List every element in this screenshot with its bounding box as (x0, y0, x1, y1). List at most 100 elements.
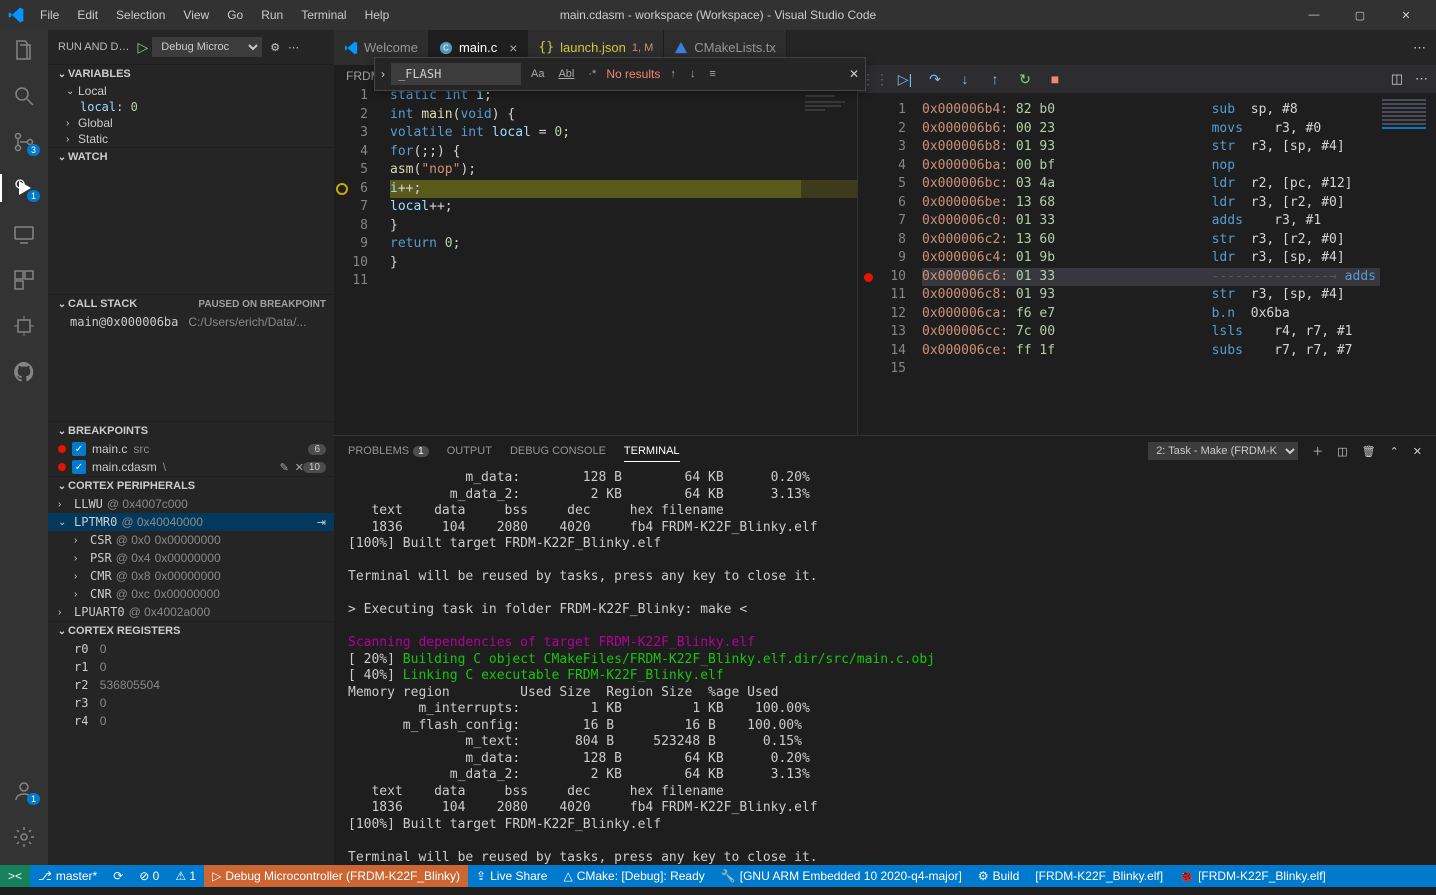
window-minimize[interactable]: — (1300, 9, 1328, 22)
status-live-share[interactable]: ⇪Live Share (468, 869, 555, 883)
terminal-kill-icon[interactable]: 🗑 (1362, 445, 1376, 458)
terminal-split-icon[interactable]: ◫ (1337, 445, 1347, 458)
status-errors[interactable]: ⊘ 0 (131, 869, 167, 883)
status-sync[interactable]: ⟳ (105, 869, 131, 883)
remove-icon[interactable]: ✕ (295, 461, 304, 474)
debug-grip-icon[interactable]: ⋮⋮ (866, 70, 884, 88)
activity-settings-icon[interactable] (12, 825, 36, 849)
debug-step-into-icon[interactable]: ↓ (956, 70, 974, 88)
debug-continue-icon[interactable]: ▷| (896, 70, 914, 88)
debug-restart-icon[interactable]: ↻ (1016, 70, 1034, 88)
sidebar-more-icon[interactable]: ⋯ (288, 41, 299, 54)
register-row[interactable]: r1 0 (48, 658, 334, 676)
cortex-registers-header[interactable]: ⌄CORTEX REGISTERS (48, 622, 334, 640)
status-kit[interactable]: 🔧[GNU ARM Embedded 10 2020-q4-major] (713, 869, 970, 883)
register-row[interactable]: r4 0 (48, 712, 334, 730)
menu-run[interactable]: Run (253, 4, 291, 26)
panel-tab-debug-console[interactable]: DEBUG CONSOLE (510, 441, 606, 461)
menu-view[interactable]: View (175, 4, 217, 26)
register-row[interactable]: r2 536805504 (48, 676, 334, 694)
find-next-icon[interactable]: ↓ (686, 66, 700, 82)
debug-config-select[interactable]: Debug Microc (152, 37, 262, 57)
breakpoint-checkbox[interactable]: ✓ (72, 460, 86, 474)
panel-tab-terminal[interactable]: TERMINAL (624, 441, 680, 462)
menu-file[interactable]: File (32, 4, 67, 26)
find-prev-icon[interactable]: ↑ (666, 66, 680, 82)
terminal-new-icon[interactable]: ＋ (1312, 443, 1323, 459)
panel-maximize-icon[interactable]: ⌃ (1390, 445, 1399, 458)
variables-static-scope[interactable]: ›Static (48, 131, 334, 147)
debug-step-over-icon[interactable]: ↷ (926, 70, 944, 88)
status-branch[interactable]: ⎇master* (30, 869, 105, 883)
status-target1[interactable]: [FRDM-K22F_Blinky.elf] (1027, 869, 1171, 883)
debug-step-out-icon[interactable]: ↑ (986, 70, 1004, 88)
register-row[interactable]: r3 0 (48, 694, 334, 712)
status-debug-config[interactable]: ▷Debug Microcontroller (FRDM-K22F_Blinky… (204, 865, 468, 887)
find-regex-icon[interactable]: ·* (584, 66, 600, 82)
edit-icon[interactable]: ✎ (280, 461, 289, 474)
breakpoint-row[interactable]: ✓ main.cdasm \ ✎✕ 10 (48, 458, 334, 476)
panel-tab-problems[interactable]: PROBLEMS1 (348, 441, 429, 461)
config-gear-icon[interactable]: ⚙ (270, 41, 280, 54)
disassembly-view[interactable]: 123456789101112131415 0x000006b4: 82 b0 … (858, 93, 1436, 435)
register-row[interactable]: r0 0 (48, 640, 334, 658)
activity-debug-icon[interactable]: 1 (12, 176, 36, 200)
activity-extensions-icon[interactable] (12, 268, 36, 292)
debug-stop-icon[interactable]: ■ (1046, 70, 1064, 88)
breakpoint-checkbox[interactable]: ✓ (72, 442, 86, 456)
activity-accounts-icon[interactable]: 1 (12, 779, 36, 803)
tab-close-icon[interactable]: × (509, 40, 517, 56)
menu-selection[interactable]: Selection (108, 4, 173, 26)
breakpoints-header[interactable]: ⌄BREAKPOINTS (48, 422, 334, 440)
peripheral-row[interactable]: ›LLWU @ 0x4007c000 (48, 495, 334, 513)
code-editor[interactable]: 1234567891011 static int i;int main(void… (334, 87, 857, 435)
peripheral-row[interactable]: ›CSR @ 0x0 0x00000000 (48, 531, 334, 549)
find-close-icon[interactable]: ✕ (849, 67, 859, 81)
find-case-icon[interactable]: Aa (527, 66, 548, 82)
terminal-body[interactable]: m_data: 128 B 64 KB 0.20% m_data_2: 2 KB… (334, 466, 1436, 865)
menu-edit[interactable]: Edit (69, 4, 106, 26)
find-word-icon[interactable]: Abl (554, 66, 578, 82)
window-close[interactable]: ✕ (1392, 9, 1420, 22)
editor-more-icon[interactable]: ⋯ (1415, 71, 1428, 87)
pin-icon[interactable]: ⇥ (317, 516, 326, 529)
split-editor-icon[interactable]: ◫ (1391, 71, 1403, 87)
menu-terminal[interactable]: Terminal (293, 4, 354, 26)
peripheral-row[interactable]: ›LPUART0 @ 0x4002a000 (48, 603, 334, 621)
activity-chip-icon[interactable] (12, 314, 36, 338)
tab-overflow-icon[interactable]: ⋯ (1403, 30, 1436, 65)
menu-help[interactable]: Help (357, 4, 398, 26)
find-toggle-icon[interactable]: › (381, 67, 385, 81)
peripheral-row[interactable]: ›CNR @ 0xc 0x00000000 (48, 585, 334, 603)
status-remote[interactable]: >< (0, 865, 30, 887)
minimap[interactable] (801, 87, 857, 435)
status-warnings[interactable]: ⚠ 1 (167, 869, 204, 883)
menu-go[interactable]: Go (219, 4, 251, 26)
peripheral-row[interactable]: ›CMR @ 0x8 0x00000000 (48, 567, 334, 585)
window-maximize[interactable]: ▢ (1346, 9, 1374, 22)
variables-local-scope[interactable]: ⌄Local (48, 83, 334, 99)
variables-global-scope[interactable]: ›Global (48, 115, 334, 131)
watch-header[interactable]: ⌄WATCH (48, 148, 334, 166)
activity-github-icon[interactable] (12, 360, 36, 384)
activity-scm-icon[interactable]: 3 (12, 130, 36, 154)
terminal-select[interactable]: 2: Task - Make (FRDM-K (1148, 442, 1298, 460)
panel-close-icon[interactable]: ✕ (1413, 445, 1422, 458)
peripheral-row[interactable]: ›PSR @ 0x4 0x00000000 (48, 549, 334, 567)
peripheral-row[interactable]: ⌄LPTMR0 @ 0x40040000⇥ (48, 513, 334, 531)
callstack-header[interactable]: ⌄CALL STACKPAUSED ON BREAKPOINT (48, 295, 334, 313)
activity-explorer-icon[interactable] (12, 38, 36, 62)
status-build[interactable]: ⚙Build (970, 869, 1027, 883)
callstack-row[interactable]: main@0x000006ba C:/Users/erich/Data/... (48, 313, 334, 331)
breakpoint-row[interactable]: ✓ main.c src 6 (48, 440, 334, 458)
panel-tab-output[interactable]: OUTPUT (447, 441, 492, 461)
find-selection-icon[interactable]: ≡ (705, 66, 719, 82)
find-input[interactable] (391, 63, 521, 85)
variable-row[interactable]: local: 0 (48, 99, 334, 115)
cortex-peripherals-header[interactable]: ⌄CORTEX PERIPHERALS (48, 477, 334, 495)
status-debug-target[interactable]: 🐞[FRDM-K22F_Blinky.elf] (1171, 869, 1334, 883)
status-cmake[interactable]: △CMake: [Debug]: Ready (555, 869, 712, 883)
activity-search-icon[interactable] (12, 84, 36, 108)
activity-remote-icon[interactable] (12, 222, 36, 246)
variables-header[interactable]: ⌄VARIABLES (48, 65, 334, 83)
